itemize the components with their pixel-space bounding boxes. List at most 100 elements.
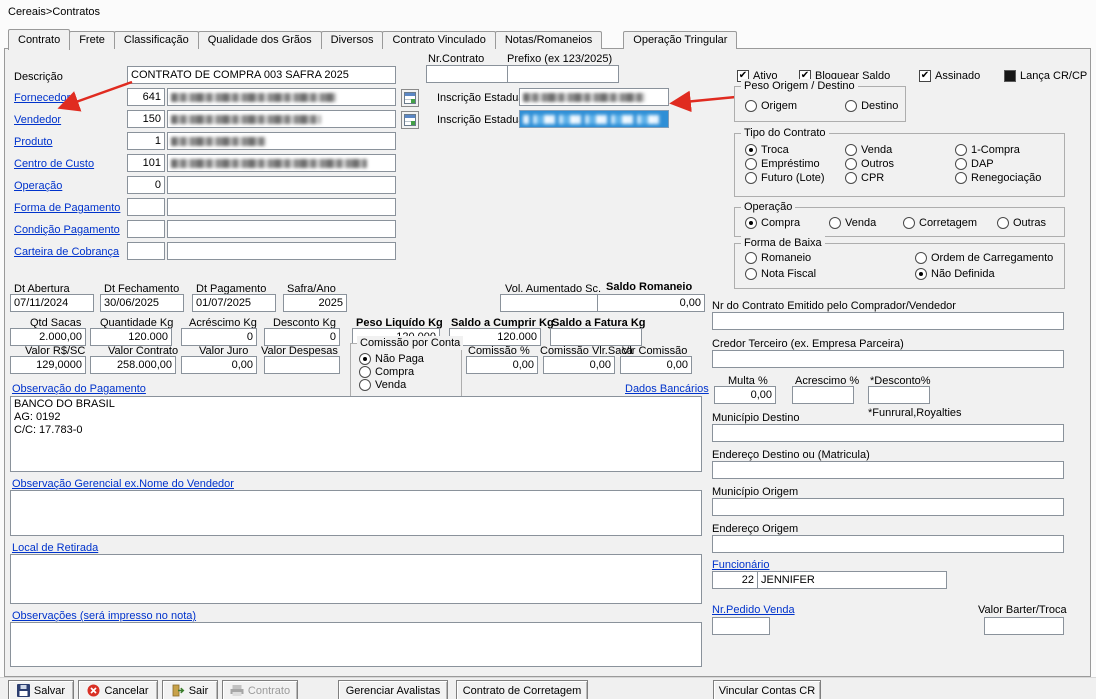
forma-pagamento-name-input[interactable] [167,198,396,216]
valor-barter-input[interactable] [984,617,1064,635]
radio-emprestimo[interactable]: Empréstimo [745,158,845,170]
fornecedor-ie-lookup-button[interactable] [401,89,419,107]
acrescimo-kg-input[interactable] [181,328,257,346]
gerenciar-avalistas-button[interactable]: Gerenciar Avalistas [338,680,448,699]
descricao-input[interactable] [127,66,396,84]
condicao-pagamento-link[interactable]: Condição Pagamento [14,224,120,237]
valor-despesas-input[interactable] [264,356,340,374]
radio-futuro-lote[interactable]: Futuro (Lote) [745,172,845,184]
sair-button[interactable]: Sair [162,680,218,699]
vol-aumentado-input[interactable] [500,294,600,312]
valor-rs-sc-input[interactable] [10,356,86,374]
carteira-cobranca-code-input[interactable] [127,242,165,260]
dt-pagamento-input[interactable] [192,294,276,312]
radio-outras[interactable]: Outras [997,217,1064,229]
vlr-comissao-input[interactable] [620,356,692,374]
radio-outros[interactable]: Outros [845,158,955,170]
radio-romaneio[interactable]: Romaneio [745,252,915,264]
nr-contrato-input[interactable] [426,65,508,83]
credor-terceiro-input[interactable] [712,350,1064,368]
operacao-code-input[interactable] [127,176,165,194]
tab-contrato[interactable]: Contrato [8,29,71,50]
radio-renegociacao[interactable]: Renegociação [955,172,1064,184]
checkbox-assinado[interactable]: Assinado [919,70,980,82]
municipio-origem-input[interactable] [712,498,1064,516]
cancelar-button[interactable]: Cancelar [78,680,158,699]
tab-qualidade-dos-graos[interactable]: Qualidade dos Grãos [197,31,322,49]
centro-custo-code-input[interactable] [127,154,165,172]
nr-pedido-venda-link[interactable]: Nr.Pedido Venda [712,604,795,617]
tab-operacao-tringular[interactable]: Operação Tringular [623,31,738,49]
forma-pagamento-code-input[interactable] [127,198,165,216]
radio-nota-fiscal[interactable]: Nota Fiscal [745,268,915,280]
vincular-contas-cr-button[interactable]: Vincular Contas CR [713,680,821,699]
salvar-button[interactable]: Salvar [8,680,74,699]
comissao-pct-input[interactable] [466,356,538,374]
observacao-pagamento-link[interactable]: Observação do Pagamento [12,383,146,396]
centro-custo-name-redacted[interactable] [167,154,396,172]
qtd-sacas-input[interactable] [10,328,86,346]
tab-contrato-vinculado[interactable]: Contrato Vinculado [382,31,496,49]
carteira-cobranca-link[interactable]: Carteira de Cobrança [14,246,119,259]
desconto-pct-input[interactable] [868,386,930,404]
radio-destino[interactable]: Destino [845,100,898,112]
comissao-vlr-saca-input[interactable] [543,356,615,374]
safra-ano-input[interactable] [283,294,347,312]
radio-dap[interactable]: DAP [955,158,1064,170]
radio-troca[interactable]: Troca [745,144,845,156]
saldo-romaneio-input[interactable] [597,294,705,312]
dt-abertura-input[interactable] [10,294,94,312]
contrato-corretagem-button[interactable]: Contrato de Corretagem [456,680,588,699]
radio-cpr[interactable]: CPR [845,172,955,184]
fornecedor-name-redacted[interactable] [167,88,396,106]
prefixo-input[interactable] [507,65,619,83]
endereco-destino-input[interactable] [712,461,1064,479]
tab-frete[interactable]: Frete [69,31,115,49]
radio-corretagem[interactable]: Corretagem [903,217,997,229]
observacao-pagamento-textarea[interactable]: BANCO DO BRASIL AG: 0192 C/C: 17.783-0 [10,396,702,472]
inscricao-estadual-1-redacted[interactable] [519,88,669,106]
vendedor-name-redacted[interactable] [167,110,396,128]
endereco-origem-input[interactable] [712,535,1064,553]
saldo-fatura-input[interactable] [550,328,642,346]
dados-bancarios-link[interactable]: Dados Bancários [625,383,709,396]
radio-venda[interactable]: Venda [359,379,461,391]
radio-venda[interactable]: Venda [829,217,903,229]
radio-venda[interactable]: Venda [845,144,955,156]
operacao-name-input[interactable] [167,176,396,194]
municipio-destino-input[interactable] [712,424,1064,442]
checkbox-lanca-cr-cp[interactable]: Lança CR/CP [1004,70,1087,82]
forma-pagamento-link[interactable]: Forma de Pagamento [14,202,120,215]
nr-emitido-input[interactable] [712,312,1064,330]
valor-contrato-input[interactable] [90,356,176,374]
radio-compra[interactable]: Compra [359,366,461,378]
radio-nao-definida[interactable]: Não Definida [915,268,1064,280]
funcionario-name-input[interactable] [757,571,947,589]
observacao-gerencial-textarea[interactable] [10,490,702,536]
produto-code-input[interactable] [127,132,165,150]
condicao-pagamento-name-input[interactable] [167,220,396,238]
multa-input[interactable] [714,386,776,404]
centro-custo-link[interactable]: Centro de Custo [14,158,94,171]
nr-pedido-venda-input[interactable] [712,617,770,635]
radio-1-compra[interactable]: 1-Compra [955,144,1064,156]
produto-link[interactable]: Produto [14,136,53,149]
quantidade-kg-input[interactable] [90,328,172,346]
tab-diversos[interactable]: Diversos [320,31,384,49]
condicao-pagamento-code-input[interactable] [127,220,165,238]
radio-origem[interactable]: Origem [745,100,797,112]
local-retirada-textarea[interactable] [10,554,702,604]
funcionario-code-input[interactable] [712,571,758,589]
tab-notas-romaneios[interactable]: Notas/Romaneios [494,31,603,49]
inscricao-estadual-2-redacted-selected[interactable] [519,110,669,128]
operacao-link[interactable]: Operação [14,180,62,193]
radio-nao-paga[interactable]: Não Paga [359,353,461,365]
acrescimo-pct-input[interactable] [792,386,854,404]
desconto-kg-input[interactable] [264,328,340,346]
valor-juro-input[interactable] [181,356,257,374]
carteira-cobranca-name-input[interactable] [167,242,396,260]
radio-compra[interactable]: Compra [745,217,829,229]
vendedor-ie-lookup-button[interactable] [401,111,419,129]
dt-fechamento-input[interactable] [100,294,184,312]
observacoes-textarea[interactable] [10,622,702,667]
